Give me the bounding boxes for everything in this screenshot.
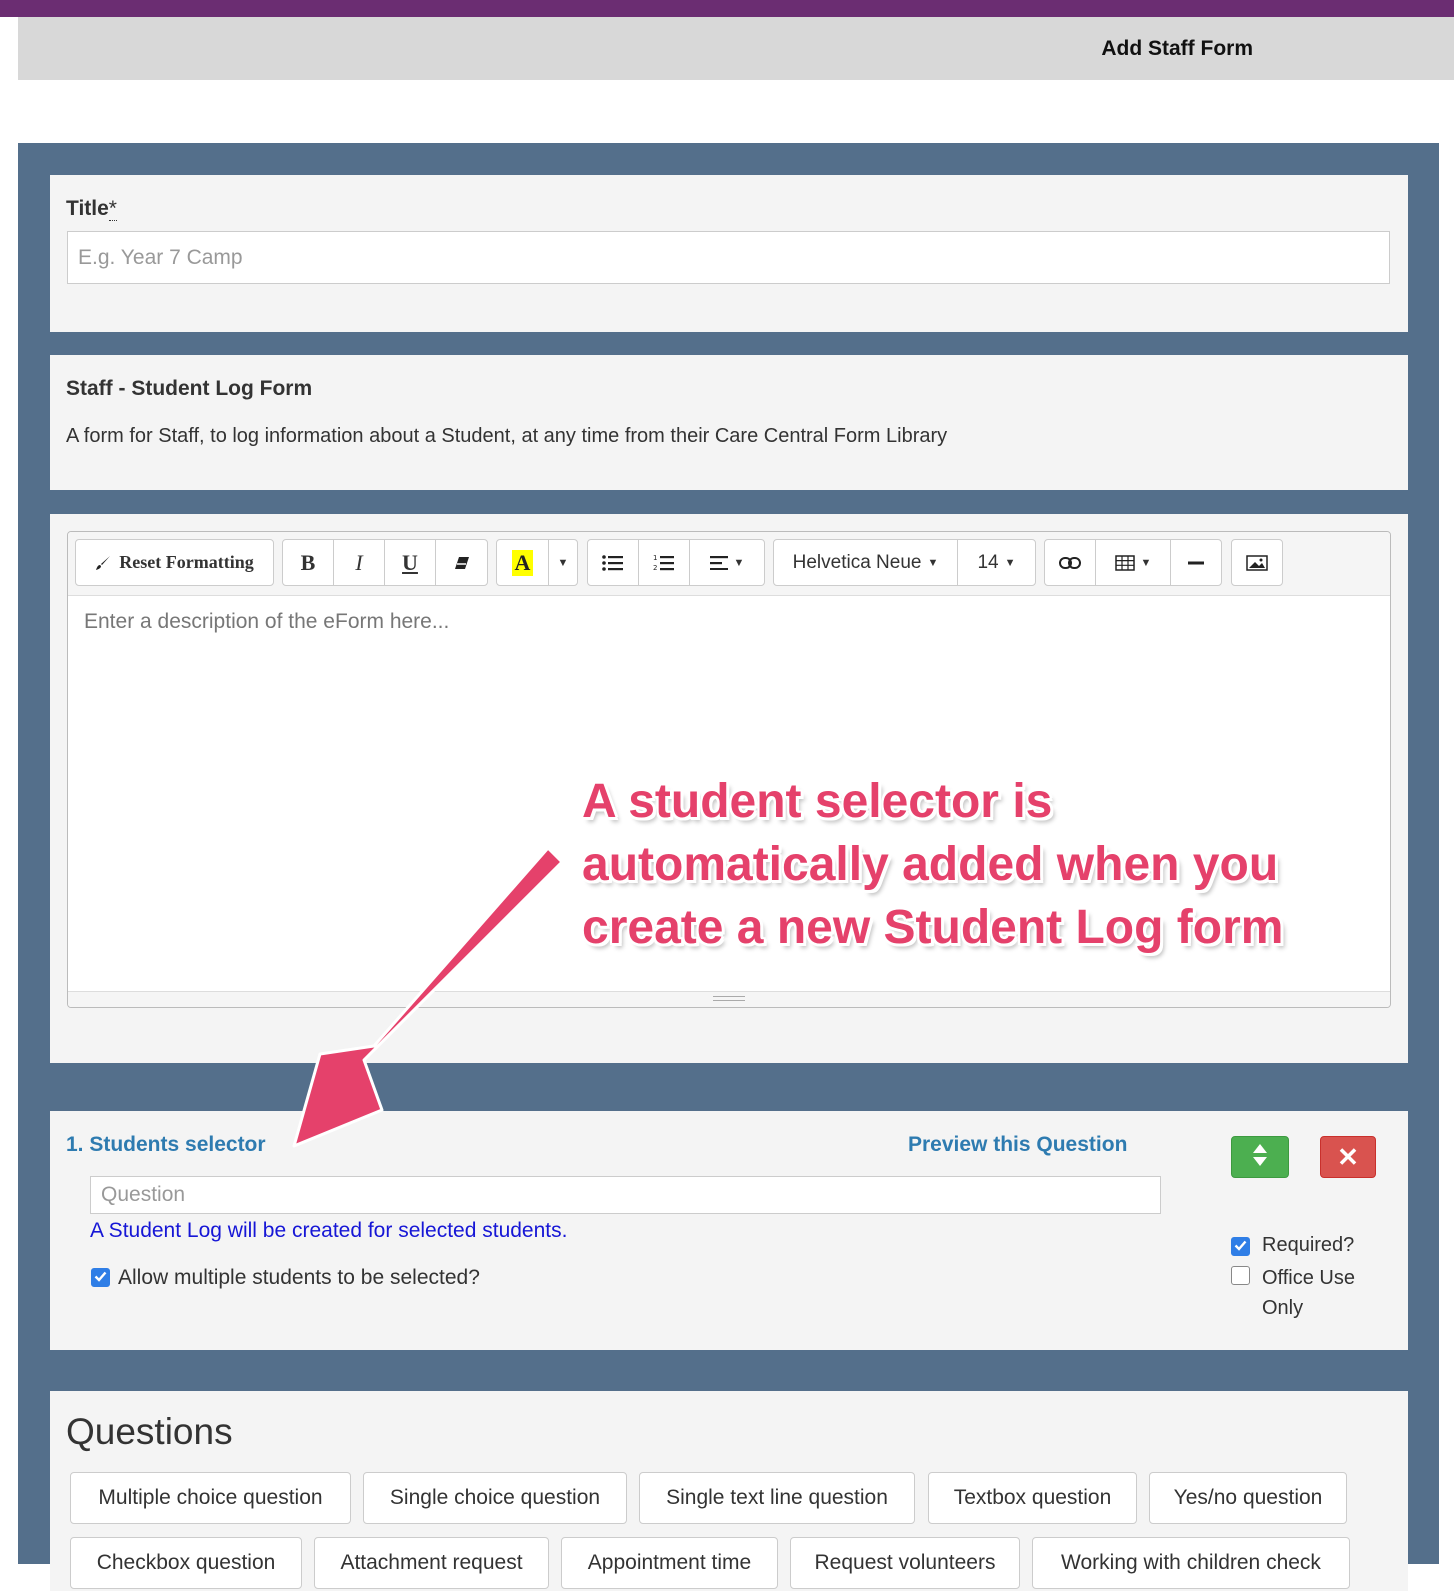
clear-format-button[interactable] — [436, 540, 487, 585]
highlight-icon: A — [511, 549, 534, 576]
insert-group: ▼ — [1044, 539, 1222, 586]
align-dropdown[interactable]: ▼ — [690, 540, 764, 585]
title-panel: Title* — [50, 175, 1408, 332]
reset-group: Reset Formatting — [75, 539, 274, 586]
office-use-checkbox[interactable] — [1231, 1266, 1250, 1285]
question-text-input[interactable] — [90, 1176, 1161, 1214]
callout-line: create a new Student Log form — [582, 901, 1284, 954]
caret-down-icon: ▼ — [927, 556, 939, 569]
caret-down-icon: ▼ — [1004, 556, 1016, 569]
link-icon — [1059, 556, 1081, 569]
brush-icon — [95, 555, 111, 571]
underline-button[interactable]: U — [385, 540, 436, 585]
add-multiple-choice-button[interactable]: Multiple choice question — [70, 1472, 351, 1524]
required-checkbox[interactable] — [1231, 1237, 1250, 1256]
numbered-list-button[interactable]: 12 — [639, 540, 690, 585]
picture-icon — [1246, 554, 1268, 571]
callout-annotation: A student selector is automatically adde… — [582, 770, 1283, 959]
picture-group — [1231, 539, 1283, 586]
caret-down-icon: ▼ — [557, 556, 569, 569]
preview-question-link[interactable]: Preview this Question — [908, 1133, 1127, 1157]
highlight-button[interactable]: A — [497, 540, 549, 585]
bullet-list-button[interactable] — [588, 540, 639, 585]
title-label: Title* — [66, 197, 117, 221]
top-brand-bar — [0, 0, 1454, 17]
minus-icon — [1188, 561, 1204, 565]
insert-table-dropdown[interactable]: ▼ — [1096, 540, 1171, 585]
add-checkbox-button[interactable]: Checkbox question — [70, 1537, 302, 1589]
required-asterisk: * — [108, 197, 117, 221]
font-family-dropdown[interactable]: Helvetica Neue ▼ — [774, 540, 958, 585]
font-size-value: 14 — [977, 551, 999, 573]
allow-multiple-label: Allow multiple students to be selected? — [118, 1266, 480, 1289]
insert-link-button[interactable] — [1045, 540, 1096, 585]
check-icon — [94, 1269, 107, 1287]
callout-line: A student selector is — [582, 775, 1053, 828]
add-working-with-children-button[interactable]: Working with children check — [1032, 1537, 1350, 1589]
add-yes-no-button[interactable]: Yes/no question — [1149, 1472, 1347, 1524]
questions-heading: Questions — [66, 1411, 233, 1452]
caret-down-icon: ▼ — [733, 556, 745, 569]
close-icon: ✕ — [1337, 1141, 1359, 1172]
student-log-note: A Student Log will be created for select… — [90, 1219, 568, 1242]
add-attachment-request-button[interactable]: Attachment request — [314, 1537, 549, 1589]
required-label: Required? — [1262, 1234, 1355, 1256]
numbered-list-icon: 12 — [653, 553, 675, 573]
font-size-dropdown[interactable]: 14 ▼ — [958, 540, 1035, 585]
bold-button[interactable]: B — [283, 540, 334, 585]
highlight-dropdown[interactable]: ▼ — [549, 540, 577, 585]
insert-picture-button[interactable] — [1232, 540, 1282, 585]
editor-resize-bar[interactable] — [68, 991, 1390, 1007]
italic-button[interactable]: I — [334, 540, 385, 585]
check-icon — [1234, 1238, 1247, 1256]
questions-panel: Questions Multiple choice question Singl… — [50, 1391, 1408, 1591]
table-icon — [1114, 554, 1135, 571]
form-type-name: Staff - Student Log Form — [66, 377, 313, 400]
resize-grip-icon[interactable] — [713, 996, 745, 1001]
highlight-group: A ▼ — [496, 539, 578, 586]
style-group: B I U — [282, 539, 488, 586]
add-single-text-line-button[interactable]: Single text line question — [639, 1472, 915, 1524]
editor-toolbar: Reset Formatting B I U A ▼ 1 2 ▼ Helveti… — [68, 532, 1390, 596]
list-group: 12 ▼ — [587, 539, 765, 586]
delete-question-button[interactable]: ✕ — [1320, 1136, 1376, 1178]
font-group: Helvetica Neue ▼ 14 ▼ — [773, 539, 1036, 586]
form-info-panel: Staff - Student Log Form A form for Staf… — [50, 355, 1408, 490]
page-header: Add Staff Form — [18, 17, 1454, 80]
add-textbox-button[interactable]: Textbox question — [928, 1472, 1137, 1524]
add-single-choice-button[interactable]: Single choice question — [363, 1472, 627, 1524]
callout-line: automatically added when you — [582, 838, 1279, 891]
question-title: 1. Students selector — [66, 1133, 266, 1156]
sort-arrows-icon — [1252, 1143, 1268, 1172]
allow-multiple-checkbox[interactable] — [91, 1268, 110, 1287]
reset-formatting-button[interactable]: Reset Formatting — [76, 540, 273, 585]
eraser-icon — [454, 556, 470, 570]
bullet-list-icon — [602, 554, 624, 572]
svg-text:1: 1 — [653, 554, 657, 562]
font-family-value: Helvetica Neue — [792, 551, 922, 573]
question-card: 1. Students selector Preview this Questi… — [50, 1111, 1408, 1350]
title-input[interactable] — [67, 231, 1390, 284]
page-title: Add Staff Form — [1101, 37, 1253, 60]
align-left-icon — [709, 555, 728, 570]
add-appointment-time-button[interactable]: Appointment time — [561, 1537, 778, 1589]
reset-formatting-label: Reset Formatting — [119, 552, 254, 572]
caret-down-icon: ▼ — [1140, 556, 1152, 569]
reorder-button[interactable] — [1231, 1136, 1289, 1178]
office-use-label: Office Use Only — [1262, 1267, 1355, 1319]
svg-text:2: 2 — [653, 564, 657, 572]
horizontal-rule-button[interactable] — [1171, 540, 1221, 585]
add-request-volunteers-button[interactable]: Request volunteers — [790, 1537, 1020, 1589]
form-type-description: A form for Staff, to log information abo… — [66, 425, 948, 447]
